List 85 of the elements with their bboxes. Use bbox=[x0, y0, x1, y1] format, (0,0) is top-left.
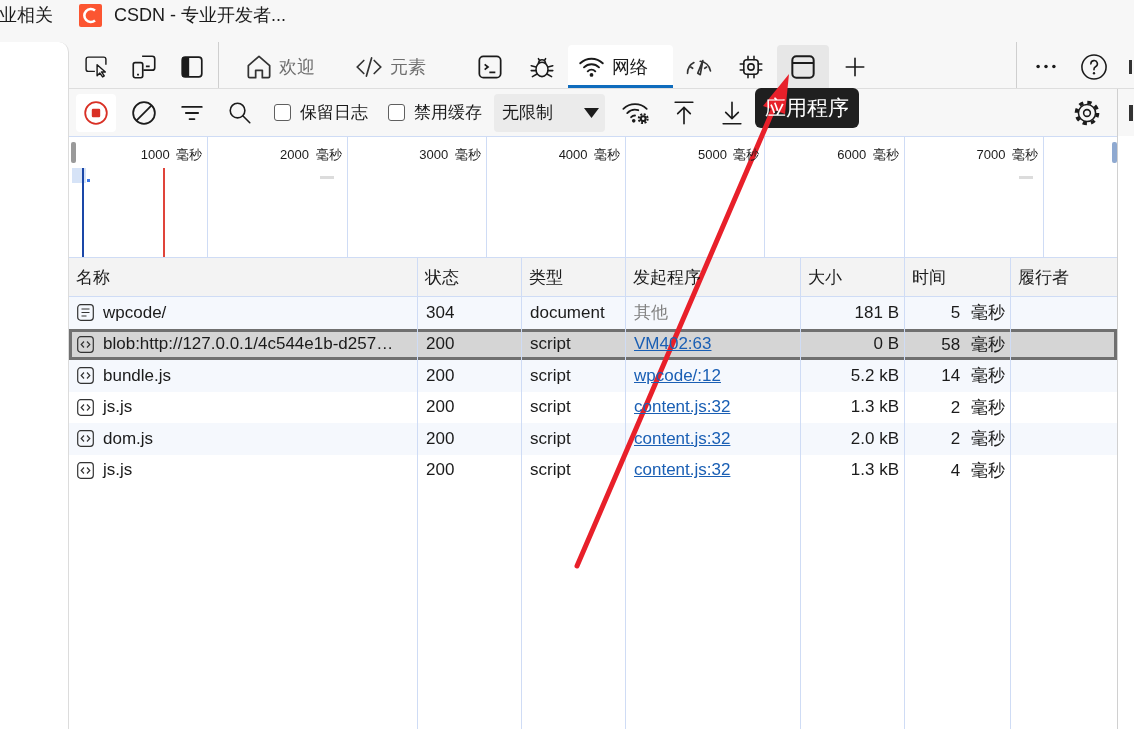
file-name: bundle.js bbox=[103, 365, 172, 386]
browser-tab[interactable]: CSDN - 专业开发者... bbox=[114, 3, 286, 27]
code-file-icon bbox=[77, 430, 94, 448]
table-cell: 2 毫秒 bbox=[905, 423, 1011, 455]
sidebar-icon bbox=[181, 55, 203, 78]
device-icon bbox=[132, 54, 156, 79]
cut-off-icon bbox=[1129, 104, 1133, 121]
request-dash bbox=[1019, 176, 1033, 179]
download-icon bbox=[721, 100, 743, 125]
devtools-tab[interactable]: 元素 bbox=[341, 45, 464, 88]
devtools-tab[interactable] bbox=[777, 45, 829, 88]
checkbox[interactable] bbox=[388, 104, 405, 121]
tick-label: 7000 毫秒 bbox=[976, 147, 1039, 162]
column-header[interactable]: 履行者 bbox=[1011, 258, 1117, 296]
checkbox-label[interactable]: 禁用缓存 bbox=[414, 101, 482, 124]
initiator-link[interactable]: content.js:32 bbox=[634, 460, 731, 481]
tick-label: 3000 毫秒 bbox=[419, 147, 481, 162]
wifi-icon bbox=[579, 56, 604, 77]
column-header[interactable]: 大小 bbox=[801, 258, 905, 296]
column-header[interactable]: 类型 bbox=[522, 258, 626, 296]
plus-icon bbox=[845, 56, 865, 77]
table-cell: 14 毫秒 bbox=[905, 360, 1011, 392]
table-cell: script bbox=[522, 454, 626, 486]
console-icon bbox=[478, 54, 502, 79]
file-name: js.js bbox=[103, 397, 133, 418]
clear-icon bbox=[132, 100, 156, 125]
file-name: dom.js bbox=[103, 428, 154, 449]
table-row[interactable]: dom.js 200 script content.js:32 2.0 kB 2 毫秒 bbox=[69, 423, 1117, 455]
table-cell: 304 bbox=[418, 297, 522, 329]
document-icon bbox=[77, 304, 94, 322]
tick-label: 1000 毫秒 bbox=[140, 147, 203, 162]
table-cell: 4 毫秒 bbox=[905, 454, 1011, 486]
tick-label: 6000 毫秒 bbox=[837, 147, 899, 162]
table-row[interactable]: wpcode/ 304 document 其他 181 B 5 毫秒 bbox=[69, 297, 1117, 329]
tick-label: 4000 毫秒 bbox=[558, 147, 621, 162]
code-file-icon bbox=[77, 398, 94, 416]
inspect-icon bbox=[84, 55, 108, 78]
browser-tab[interactable]: 业相关 bbox=[0, 3, 53, 27]
checkbox-label[interactable]: 保留日志 bbox=[300, 101, 368, 124]
column-header[interactable]: 时间 bbox=[905, 258, 1011, 296]
caret-icon bbox=[584, 107, 599, 118]
file-name: blob:http://127.0.0.1/4c544e1b-d257… bbox=[103, 334, 394, 355]
wifi-gear-icon bbox=[622, 100, 650, 125]
chip-icon bbox=[739, 54, 763, 79]
table-cell: script bbox=[522, 423, 626, 455]
table-cell: document bbox=[522, 297, 626, 329]
table-cell: 200 bbox=[418, 360, 522, 392]
devtools-tab[interactable]: 网络 bbox=[568, 45, 673, 88]
initiator-link[interactable]: content.js:32 bbox=[634, 428, 731, 449]
cut-off-icon bbox=[1129, 60, 1132, 74]
table-cell: 1.3 kB bbox=[801, 454, 905, 486]
column-header[interactable]: 发起程序 bbox=[626, 258, 801, 296]
request-dash bbox=[320, 176, 334, 179]
file-name: wpcode/ bbox=[103, 302, 167, 323]
code-file-icon bbox=[77, 461, 94, 479]
search-icon bbox=[229, 101, 251, 124]
settings-icon bbox=[1074, 99, 1100, 126]
column-header[interactable]: 名称 bbox=[69, 258, 418, 296]
help-icon bbox=[1081, 53, 1107, 80]
window-icon bbox=[791, 54, 815, 79]
filter-icon bbox=[181, 104, 203, 121]
throttling-dropdown[interactable]: 无限制 bbox=[494, 93, 605, 132]
code-icon bbox=[356, 55, 382, 78]
range-handle[interactable] bbox=[1112, 142, 1117, 163]
table-cell: 200 bbox=[418, 454, 522, 486]
more-icon bbox=[1036, 64, 1056, 69]
checkbox[interactable] bbox=[274, 104, 291, 121]
file-name: js.js bbox=[103, 460, 133, 481]
table-cell: 181 B bbox=[801, 297, 905, 329]
record-button[interactable] bbox=[76, 93, 116, 132]
upload-icon bbox=[673, 100, 695, 125]
home-icon bbox=[247, 54, 271, 79]
table-cell: 5 毫秒 bbox=[905, 297, 1011, 329]
range-handle[interactable] bbox=[71, 142, 76, 163]
column-header[interactable]: 状态 bbox=[418, 258, 522, 296]
code-file-icon bbox=[77, 335, 94, 353]
request-marker bbox=[87, 179, 90, 182]
table-cell: script bbox=[522, 360, 626, 392]
devtools-tab[interactable]: 欢迎 bbox=[229, 45, 341, 88]
table-cell: 200 bbox=[418, 423, 522, 455]
tick-label: 2000 毫秒 bbox=[280, 147, 342, 162]
initiator-text: 其他 bbox=[634, 302, 668, 325]
table-cell: 2.0 kB bbox=[801, 423, 905, 455]
code-file-icon bbox=[77, 367, 94, 385]
table-cell: 5.2 kB bbox=[801, 360, 905, 392]
